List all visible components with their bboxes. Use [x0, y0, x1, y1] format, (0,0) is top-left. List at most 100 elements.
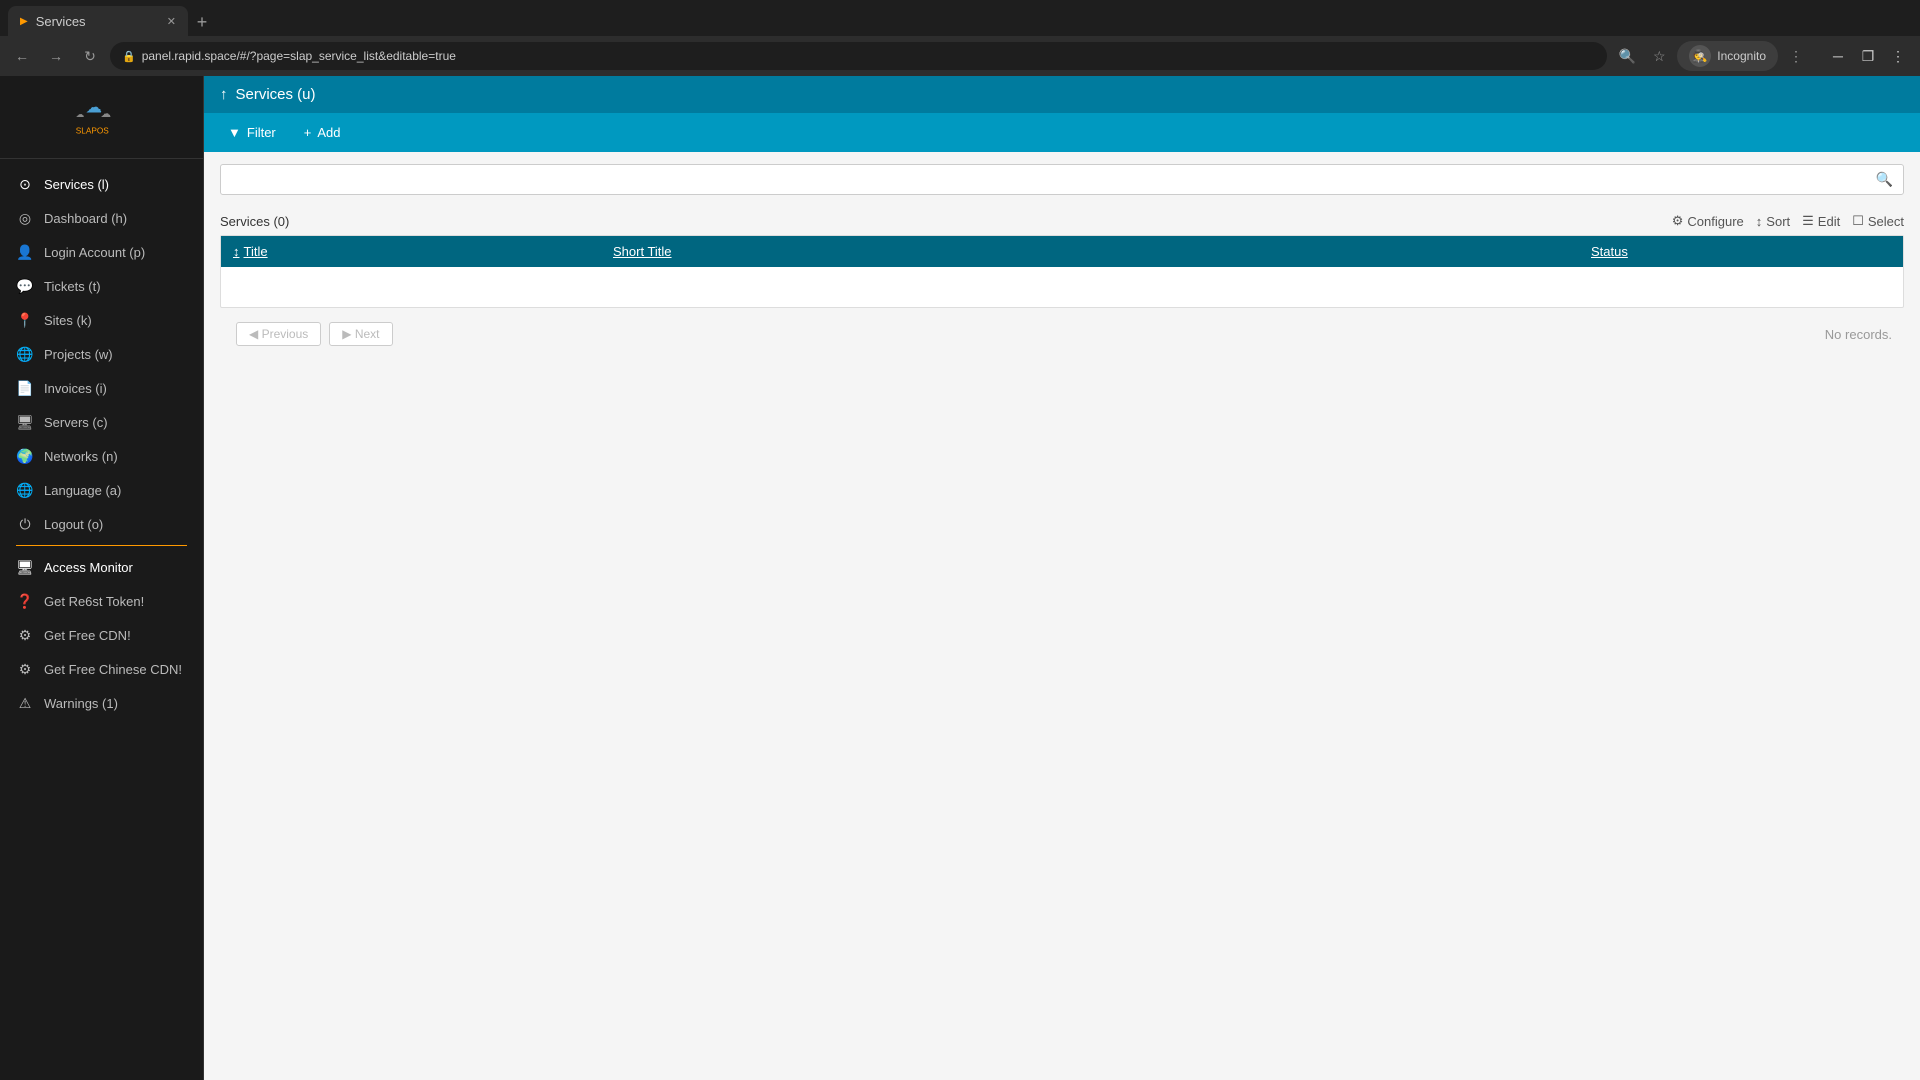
new-tab-button[interactable]: +: [188, 8, 216, 36]
app-wrapper: ☁ ☁ ☁ SLAPOS ⊙ Services (l) ◎ Dashboard …: [0, 76, 1920, 1080]
edit-icon: ☰: [1802, 213, 1814, 229]
no-records-text: No records.: [1813, 315, 1904, 354]
configure-label: Configure: [1687, 214, 1743, 229]
sidebar-sites-label: Sites (k): [44, 313, 92, 328]
tickets-icon: 💬: [16, 277, 34, 295]
filter-icon: ▼: [228, 125, 241, 140]
browser-search-button[interactable]: 🔍: [1613, 42, 1641, 70]
lock-icon: 🔒: [122, 50, 136, 63]
sidebar: ☁ ☁ ☁ SLAPOS ⊙ Services (l) ◎ Dashboard …: [0, 76, 204, 1080]
list-title: Services (0): [220, 214, 289, 229]
select-action[interactable]: ☐ Select: [1852, 213, 1904, 229]
language-icon: 🌐: [16, 481, 34, 499]
sidebar-divider: [16, 545, 187, 546]
sidebar-item-free-chinese-cdn[interactable]: ⚙ Get Free Chinese CDN!: [0, 652, 203, 686]
search-button[interactable]: 🔍: [1866, 165, 1903, 194]
select-icon: ☐: [1852, 213, 1864, 229]
filter-button[interactable]: ▼ Filter: [220, 121, 284, 144]
more-button[interactable]: ⋮: [1884, 42, 1912, 70]
sidebar-free-cdn-label: Get Free CDN!: [44, 628, 131, 643]
url-text: panel.rapid.space/#/?page=slap_service_l…: [142, 49, 456, 63]
re6st-icon: ❓: [16, 592, 34, 610]
sidebar-item-services[interactable]: ⊙ Services (l): [0, 167, 203, 201]
incognito-label: Incognito: [1717, 49, 1766, 63]
minimize-button[interactable]: ─: [1824, 42, 1852, 70]
tab-favicon: ▶: [20, 16, 28, 27]
reload-button[interactable]: ↻: [76, 42, 104, 70]
search-input-wrap: 🔍: [220, 164, 1904, 195]
sidebar-item-sites[interactable]: 📍 Sites (k): [0, 303, 203, 337]
search-input[interactable]: [221, 166, 1866, 193]
configure-action[interactable]: ⚙ Configure: [1672, 213, 1744, 229]
sidebar-item-networks[interactable]: 🌍 Networks (n): [0, 439, 203, 473]
sidebar-item-dashboard[interactable]: ◎ Dashboard (h): [0, 201, 203, 235]
sidebar-warnings-label: Warnings (1): [44, 696, 118, 711]
filter-label: Filter: [247, 125, 276, 140]
browser-nav-bar: ← → ↻ 🔒 panel.rapid.space/#/?page=slap_s…: [0, 36, 1920, 76]
sidebar-servers-label: Servers (c): [44, 415, 108, 430]
list-actions: ⚙ Configure ↕ Sort ☰ Edit ☐ Select: [1672, 213, 1904, 229]
browser-tab-bar: ▶ Services ✕ +: [0, 0, 1920, 36]
list-header: Services (0) ⚙ Configure ↕ Sort ☰ Edit ☐…: [204, 207, 1920, 235]
sort-title-icon: ↕: [233, 244, 240, 259]
bookmark-button[interactable]: ☆: [1645, 42, 1673, 70]
free-chinese-cdn-icon: ⚙: [16, 660, 34, 678]
previous-button[interactable]: ◀ Previous: [236, 322, 321, 346]
sort-icon: ↕: [1756, 214, 1763, 229]
dashboard-icon: ◎: [16, 209, 34, 227]
browser-menu-button[interactable]: ⋮: [1782, 42, 1810, 70]
sidebar-item-servers[interactable]: 🖥 Servers (c): [0, 405, 203, 439]
sidebar-dashboard-label: Dashboard (h): [44, 211, 127, 226]
sidebar-item-free-cdn[interactable]: ⚙ Get Free CDN!: [0, 618, 203, 652]
edit-action[interactable]: ☰ Edit: [1802, 213, 1840, 229]
slapos-logo: ☁ ☁ ☁ SLAPOS: [72, 92, 132, 142]
sidebar-logo: ☁ ☁ ☁ SLAPOS: [0, 76, 203, 159]
incognito-badge[interactable]: 🕵 Incognito: [1677, 41, 1778, 71]
add-icon: +: [304, 125, 312, 140]
sidebar-item-tickets[interactable]: 💬 Tickets (t): [0, 269, 203, 303]
column-status-label: Status: [1591, 244, 1628, 259]
sidebar-logout-label: Logout (o): [44, 517, 103, 532]
sidebar-item-projects[interactable]: 🌐 Projects (w): [0, 337, 203, 371]
sidebar-re6st-label: Get Re6st Token!: [44, 594, 144, 609]
sidebar-item-logout[interactable]: ⏻ Logout (o): [0, 507, 203, 541]
svg-text:SLAPOS: SLAPOS: [75, 127, 109, 136]
sidebar-item-access-monitor[interactable]: 🖥 Access Monitor: [0, 550, 203, 584]
main-content: ↑ Services (u) ▼ Filter + Add 🔍 Services…: [204, 76, 1920, 1080]
column-title[interactable]: ↕ Title: [233, 244, 613, 259]
warnings-icon: ⚠: [16, 694, 34, 712]
page-header: ↑ Services (u): [204, 76, 1920, 113]
invoices-icon: 📄: [16, 379, 34, 397]
back-button[interactable]: ←: [8, 42, 36, 70]
tab-close-button[interactable]: ✕: [167, 15, 176, 28]
table-footer: ◀ Previous ▶ Next No records.: [204, 308, 1920, 356]
sidebar-item-login-account[interactable]: 👤 Login Account (p): [0, 235, 203, 269]
sidebar-item-invoices[interactable]: 📄 Invoices (i): [0, 371, 203, 405]
next-button[interactable]: ▶ Next: [329, 322, 392, 346]
sidebar-login-account-label: Login Account (p): [44, 245, 145, 260]
sidebar-item-language[interactable]: 🌐 Language (a): [0, 473, 203, 507]
table-header-row: ↕ Title Short Title Status: [221, 236, 1903, 267]
sidebar-projects-label: Projects (w): [44, 347, 113, 362]
maximize-button[interactable]: ❐: [1854, 42, 1882, 70]
access-monitor-icon: 🖥: [16, 558, 34, 576]
sidebar-language-label: Language (a): [44, 483, 121, 498]
sidebar-item-re6st-token[interactable]: ❓ Get Re6st Token!: [0, 584, 203, 618]
login-account-icon: 👤: [16, 243, 34, 261]
address-bar[interactable]: 🔒 panel.rapid.space/#/?page=slap_service…: [110, 42, 1607, 70]
column-status[interactable]: Status: [1591, 244, 1891, 259]
sort-action[interactable]: ↕ Sort: [1756, 214, 1790, 229]
sidebar-nav: ⊙ Services (l) ◎ Dashboard (h) 👤 Login A…: [0, 159, 203, 1080]
incognito-icon: 🕵: [1689, 45, 1711, 67]
forward-button[interactable]: →: [42, 42, 70, 70]
add-button[interactable]: + Add: [296, 121, 349, 144]
table-body: [221, 267, 1903, 307]
column-short-title-label: Short Title: [613, 244, 672, 259]
column-short-title[interactable]: Short Title: [613, 244, 1591, 259]
services-table: ↕ Title Short Title Status: [220, 235, 1904, 308]
active-tab[interactable]: ▶ Services ✕: [8, 6, 188, 36]
sort-label: Sort: [1766, 214, 1790, 229]
sidebar-item-warnings[interactable]: ⚠ Warnings (1): [0, 686, 203, 720]
sidebar-networks-label: Networks (n): [44, 449, 118, 464]
tab-title: Services: [36, 14, 86, 29]
